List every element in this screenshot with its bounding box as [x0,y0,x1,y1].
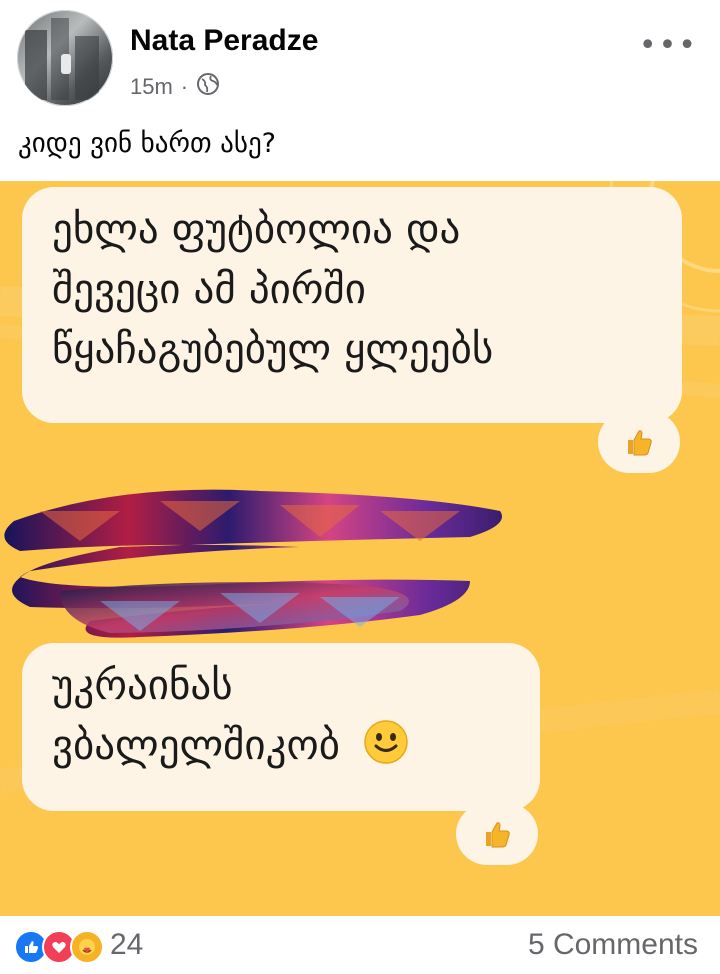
message-reaction-1 [598,411,680,473]
author-name[interactable]: Nata Peradze [130,24,318,58]
smiley-icon [364,720,408,764]
timestamp[interactable]: 15m [130,74,173,100]
thumbs-up-icon [628,430,652,456]
more-options-icon[interactable]: ••• [639,28,698,63]
post-caption: კიდე ვინ ხართ ასე? [18,128,277,159]
post-header: Nata Peradze 15m · ••• [0,0,720,120]
thumbs-up-icon [486,822,510,848]
message-line: უკრაინას [52,661,233,709]
message-reaction-2 [456,803,538,865]
meta-separator: · [180,74,189,99]
message-line: შევეცი ამ პირში [52,265,366,313]
post-meta: 15m · [130,72,220,102]
message-line: წყაჩაგუბებულ ყლეებს [52,325,494,373]
care-icon [70,930,104,964]
avatar[interactable] [17,10,113,106]
post-footer: 24 5 Comments [0,916,720,974]
reaction-icons[interactable] [14,930,104,964]
globe-icon[interactable] [196,72,220,102]
comments-link[interactable]: 5 Comments [528,928,698,962]
post-photo[interactable]: ეხლა ფუტბოლია და შევეცი ამ პირში წყაჩაგუ… [0,181,720,916]
message-bubble-2: უკრაინას ვბალელშიკობ [22,643,540,811]
message-text: ვბალელშიკობ [52,721,340,769]
message-line: ეხლა ფუტბოლია და [52,205,461,253]
scribble-redaction [4,489,502,638]
message-line: ვბალელშიკობ [52,715,514,775]
message-bubble-1: ეხლა ფუტბოლია და შევეცი ამ პირში წყაჩაგუ… [22,187,682,423]
reaction-count[interactable]: 24 [110,928,143,962]
